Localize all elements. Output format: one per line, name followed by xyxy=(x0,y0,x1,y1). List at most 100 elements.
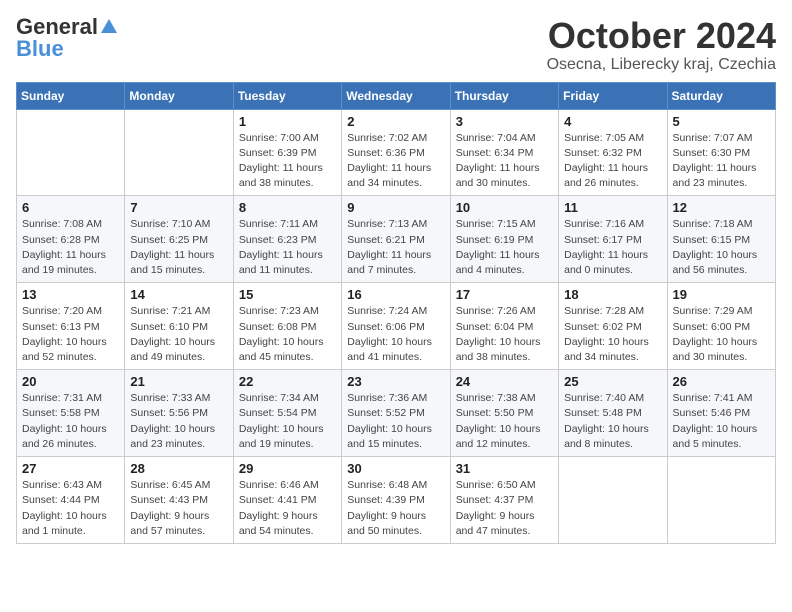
logo-general: General xyxy=(16,16,98,38)
day-detail: Sunrise: 7:08 AM Sunset: 6:28 PM Dayligh… xyxy=(22,217,119,278)
day-number: 12 xyxy=(673,200,770,215)
day-detail: Sunrise: 7:00 AM Sunset: 6:39 PM Dayligh… xyxy=(239,131,336,192)
logo: General Blue xyxy=(16,16,118,60)
day-detail: Sunrise: 7:23 AM Sunset: 6:08 PM Dayligh… xyxy=(239,304,336,365)
day-detail: Sunrise: 7:41 AM Sunset: 5:46 PM Dayligh… xyxy=(673,391,770,452)
day-number: 3 xyxy=(456,114,553,129)
calendar-cell: 26 Sunrise: 7:41 AM Sunset: 5:46 PM Dayli… xyxy=(667,370,775,457)
day-detail: Sunrise: 7:18 AM Sunset: 6:15 PM Dayligh… xyxy=(673,217,770,278)
weekday-header-thursday: Thursday xyxy=(450,82,558,109)
location-title: Osecna, Liberecky kraj, Czechia xyxy=(547,56,776,74)
day-detail: Sunrise: 7:38 AM Sunset: 5:50 PM Dayligh… xyxy=(456,391,553,452)
logo-blue: Blue xyxy=(16,38,64,60)
day-detail: Sunrise: 7:05 AM Sunset: 6:32 PM Dayligh… xyxy=(564,131,661,192)
calendar-week-1: 1Sunrise: 7:00 AM Sunset: 6:39 PM Daylig… xyxy=(17,109,776,196)
day-number: 30 xyxy=(347,461,444,476)
day-number: 27 xyxy=(22,461,119,476)
day-number: 2 xyxy=(347,114,444,129)
day-detail: Sunrise: 7:24 AM Sunset: 6:06 PM Dayligh… xyxy=(347,304,444,365)
day-number: 28 xyxy=(130,461,227,476)
calendar-cell: 12 Sunrise: 7:18 AM Sunset: 6:15 PM Dayli… xyxy=(667,196,775,283)
day-number: 17 xyxy=(456,287,553,302)
day-number: 19 xyxy=(673,287,770,302)
weekday-header-friday: Friday xyxy=(559,82,667,109)
day-number: 14 xyxy=(130,287,227,302)
day-number: 18 xyxy=(564,287,661,302)
calendar-cell: 8 Sunrise: 7:11 AM Sunset: 6:23 PM Daylig… xyxy=(233,196,341,283)
day-detail: Sunrise: 7:13 AM Sunset: 6:21 PM Dayligh… xyxy=(347,217,444,278)
day-detail: Sunrise: 7:16 AM Sunset: 6:17 PM Dayligh… xyxy=(564,217,661,278)
calendar-cell: 16 Sunrise: 7:24 AM Sunset: 6:06 PM Dayli… xyxy=(342,283,450,370)
day-detail: Sunrise: 6:50 AM Sunset: 4:37 PM Dayligh… xyxy=(456,478,553,539)
calendar-cell: 24 Sunrise: 7:38 AM Sunset: 5:50 PM Dayli… xyxy=(450,370,558,457)
calendar-cell: 10 Sunrise: 7:15 AM Sunset: 6:19 PM Dayli… xyxy=(450,196,558,283)
day-number: 13 xyxy=(22,287,119,302)
day-number: 26 xyxy=(673,374,770,389)
day-number: 31 xyxy=(456,461,553,476)
weekday-header-row: SundayMondayTuesdayWednesdayThursdayFrid… xyxy=(17,82,776,109)
calendar-table: SundayMondayTuesdayWednesdayThursdayFrid… xyxy=(16,82,776,544)
calendar-week-4: 20Sunrise: 7:31 AM Sunset: 5:58 PM Dayli… xyxy=(17,370,776,457)
day-number: 29 xyxy=(239,461,336,476)
weekday-header-wednesday: Wednesday xyxy=(342,82,450,109)
logo-icon xyxy=(100,17,118,35)
calendar-cell: 29 Sunrise: 6:46 AM Sunset: 4:41 PM Dayli… xyxy=(233,457,341,544)
day-number: 10 xyxy=(456,200,553,215)
weekday-header-saturday: Saturday xyxy=(667,82,775,109)
calendar-cell: 1Sunrise: 7:00 AM Sunset: 6:39 PM Daylig… xyxy=(233,109,341,196)
calendar-cell: 19Sunrise: 7:29 AM Sunset: 6:00 PM Dayli… xyxy=(667,283,775,370)
day-detail: Sunrise: 7:15 AM Sunset: 6:19 PM Dayligh… xyxy=(456,217,553,278)
day-detail: Sunrise: 7:28 AM Sunset: 6:02 PM Dayligh… xyxy=(564,304,661,365)
day-number: 23 xyxy=(347,374,444,389)
calendar-cell: 6 Sunrise: 7:08 AM Sunset: 6:28 PM Daylig… xyxy=(17,196,125,283)
calendar-cell: 2 Sunrise: 7:02 AM Sunset: 6:36 PM Daylig… xyxy=(342,109,450,196)
day-detail: Sunrise: 7:31 AM Sunset: 5:58 PM Dayligh… xyxy=(22,391,119,452)
calendar-cell: 11Sunrise: 7:16 AM Sunset: 6:17 PM Dayli… xyxy=(559,196,667,283)
calendar-cell: 25Sunrise: 7:40 AM Sunset: 5:48 PM Dayli… xyxy=(559,370,667,457)
day-detail: Sunrise: 7:11 AM Sunset: 6:23 PM Dayligh… xyxy=(239,217,336,278)
day-detail: Sunrise: 7:20 AM Sunset: 6:13 PM Dayligh… xyxy=(22,304,119,365)
calendar-cell: 18 Sunrise: 7:28 AM Sunset: 6:02 PM Dayli… xyxy=(559,283,667,370)
calendar-cell: 15 Sunrise: 7:23 AM Sunset: 6:08 PM Dayli… xyxy=(233,283,341,370)
day-number: 9 xyxy=(347,200,444,215)
day-number: 15 xyxy=(239,287,336,302)
calendar-cell: 7 Sunrise: 7:10 AM Sunset: 6:25 PM Daylig… xyxy=(125,196,233,283)
weekday-header-sunday: Sunday xyxy=(17,82,125,109)
calendar-week-2: 6 Sunrise: 7:08 AM Sunset: 6:28 PM Daylig… xyxy=(17,196,776,283)
day-number: 7 xyxy=(130,200,227,215)
day-detail: Sunrise: 6:46 AM Sunset: 4:41 PM Dayligh… xyxy=(239,478,336,539)
calendar-cell: 20Sunrise: 7:31 AM Sunset: 5:58 PM Dayli… xyxy=(17,370,125,457)
calendar-cell: 14 Sunrise: 7:21 AM Sunset: 6:10 PM Dayli… xyxy=(125,283,233,370)
day-detail: Sunrise: 7:04 AM Sunset: 6:34 PM Dayligh… xyxy=(456,131,553,192)
day-detail: Sunrise: 7:02 AM Sunset: 6:36 PM Dayligh… xyxy=(347,131,444,192)
day-detail: Sunrise: 7:21 AM Sunset: 6:10 PM Dayligh… xyxy=(130,304,227,365)
month-title: October 2024 xyxy=(547,16,776,56)
calendar-cell: 5Sunrise: 7:07 AM Sunset: 6:30 PM Daylig… xyxy=(667,109,775,196)
day-number: 8 xyxy=(239,200,336,215)
calendar-cell xyxy=(559,457,667,544)
calendar-cell: 31 Sunrise: 6:50 AM Sunset: 4:37 PM Dayli… xyxy=(450,457,558,544)
calendar-cell: 17 Sunrise: 7:26 AM Sunset: 6:04 PM Dayli… xyxy=(450,283,558,370)
calendar-cell: 21 Sunrise: 7:33 AM Sunset: 5:56 PM Dayli… xyxy=(125,370,233,457)
day-detail: Sunrise: 7:34 AM Sunset: 5:54 PM Dayligh… xyxy=(239,391,336,452)
calendar-cell: 28 Sunrise: 6:45 AM Sunset: 4:43 PM Dayli… xyxy=(125,457,233,544)
day-detail: Sunrise: 7:26 AM Sunset: 6:04 PM Dayligh… xyxy=(456,304,553,365)
day-detail: Sunrise: 7:33 AM Sunset: 5:56 PM Dayligh… xyxy=(130,391,227,452)
calendar-cell: 27Sunrise: 6:43 AM Sunset: 4:44 PM Dayli… xyxy=(17,457,125,544)
calendar-cell: 3 Sunrise: 7:04 AM Sunset: 6:34 PM Daylig… xyxy=(450,109,558,196)
calendar-cell: 30Sunrise: 6:48 AM Sunset: 4:39 PM Dayli… xyxy=(342,457,450,544)
calendar-cell xyxy=(667,457,775,544)
calendar-week-5: 27Sunrise: 6:43 AM Sunset: 4:44 PM Dayli… xyxy=(17,457,776,544)
day-detail: Sunrise: 7:40 AM Sunset: 5:48 PM Dayligh… xyxy=(564,391,661,452)
day-number: 16 xyxy=(347,287,444,302)
day-detail: Sunrise: 6:45 AM Sunset: 4:43 PM Dayligh… xyxy=(130,478,227,539)
calendar-cell: 22Sunrise: 7:34 AM Sunset: 5:54 PM Dayli… xyxy=(233,370,341,457)
day-detail: Sunrise: 7:10 AM Sunset: 6:25 PM Dayligh… xyxy=(130,217,227,278)
day-number: 24 xyxy=(456,374,553,389)
calendar-cell xyxy=(17,109,125,196)
day-number: 6 xyxy=(22,200,119,215)
calendar-cell: 23Sunrise: 7:36 AM Sunset: 5:52 PM Dayli… xyxy=(342,370,450,457)
calendar-week-3: 13 Sunrise: 7:20 AM Sunset: 6:13 PM Dayli… xyxy=(17,283,776,370)
title-section: October 2024 Osecna, Liberecky kraj, Cze… xyxy=(547,16,776,74)
day-number: 21 xyxy=(130,374,227,389)
